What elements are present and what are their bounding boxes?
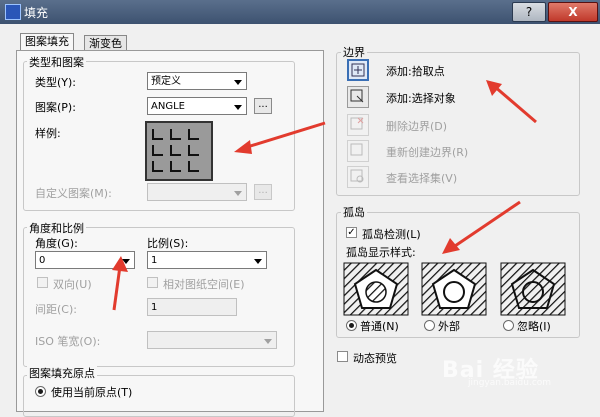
chevron-down-icon [122,259,130,264]
type-select[interactable]: 预定义 [147,72,247,90]
view-selections-icon [350,169,364,183]
chevron-down-icon [234,191,242,196]
chevron-down-icon [234,105,242,110]
chevron-down-icon [254,259,262,264]
island-style-normal-preview[interactable] [343,262,409,316]
help-button[interactable]: ? [512,2,546,22]
sample-label: 样例: [35,127,61,140]
spacing-input[interactable]: 1 [147,298,237,316]
app-icon [5,4,21,20]
angle-label: 角度(G): [35,237,78,250]
scale-select[interactable]: 1 [147,251,267,269]
remove-boundaries-button[interactable] [347,114,369,136]
island-style-ignore-preview[interactable] [500,262,566,316]
islands-group-title: 孤岛 [341,204,367,220]
double-checkbox[interactable] [37,277,48,288]
island-style-normal-radio[interactable] [346,320,357,331]
hatch-tab-pane: 类型和图案 类型(Y): 预定义 图案(P): ANGLE ... 样例: 自定… [16,50,324,417]
pattern-select-value: ANGLE [151,101,185,112]
spacing-input-value: 1 [151,302,158,313]
island-style-ignore-label: 忽略(I) [517,320,551,333]
island-style-outer-preview[interactable] [421,262,487,316]
boundaries-group-title: 边界 [341,44,367,60]
type-label: 类型(Y): [35,76,77,89]
island-style-normal-label: 普通(N) [360,320,399,333]
pattern-sample-swatch[interactable] [145,121,213,181]
view-selections-button[interactable] [347,166,369,188]
add-select-objects-label: 添加:选择对象 [386,92,456,105]
chevron-down-icon [264,339,272,344]
view-selections-label: 查看选择集(V) [386,172,458,185]
pattern-label: 图案(P): [35,101,76,114]
boundaries-group [336,52,580,196]
window-title: 填充 [24,6,49,20]
select-objects-icon [350,89,364,103]
island-style-outer-radio[interactable] [424,320,435,331]
relative-paper-space-label: 相对图纸空间(E) [163,278,245,291]
island-detection-label: 孤岛检测(L) [362,228,421,241]
island-style-outer-label: 外部 [438,320,460,333]
scale-label: 比例(S): [147,237,189,250]
close-button[interactable]: X [548,2,598,22]
chevron-down-icon [234,80,242,85]
island-style-label: 孤岛显示样式: [346,246,416,259]
recreate-boundary-button[interactable] [347,140,369,162]
title-bar: 填充 ? X [0,0,600,24]
scale-select-value: 1 [151,255,158,266]
pattern-select[interactable]: ANGLE [147,97,247,115]
recreate-boundary-icon [350,143,363,156]
angle-select-value: 0 [39,255,46,266]
type-select-value: 预定义 [151,76,181,87]
pattern-browse-button[interactable]: ... [254,98,272,114]
iso-pen-width-label: ISO 笔宽(O): [35,335,101,348]
add-pick-points-label: 添加:拾取点 [386,65,445,78]
custom-pattern-browse-button[interactable]: ... [254,184,272,200]
hatch-origin-group-title: 图案填充原点 [27,365,97,381]
double-label: 双向(U) [53,278,92,291]
type-pattern-group-title: 类型和图案 [27,54,86,70]
add-select-objects-button[interactable] [347,86,369,108]
custom-pattern-select[interactable] [147,183,247,201]
dynamic-preview-label: 动态预览 [353,352,397,365]
remove-boundaries-icon [350,117,364,130]
angle-select[interactable]: 0 [35,251,135,269]
watermark-url: jingyan.baidu.com [468,378,552,388]
iso-pen-width-select[interactable] [147,331,277,349]
use-current-origin-radio[interactable] [35,386,46,397]
use-current-origin-label: 使用当前原点(T) [51,386,133,399]
island-detection-checkbox[interactable]: ✓ [346,227,357,238]
add-pick-points-button[interactable] [347,59,369,81]
relative-paper-space-checkbox[interactable] [147,277,158,288]
remove-boundaries-label: 删除边界(D) [386,120,448,133]
island-style-ignore-radio[interactable] [503,320,514,331]
dynamic-preview-checkbox[interactable] [337,351,348,362]
angle-scale-group-title: 角度和比例 [27,220,86,236]
pick-points-icon [351,63,365,77]
custom-pattern-label: 自定义图案(M): [35,187,112,200]
spacing-label: 间距(C): [35,303,77,316]
recreate-boundary-label: 重新创建边界(R) [386,146,469,159]
